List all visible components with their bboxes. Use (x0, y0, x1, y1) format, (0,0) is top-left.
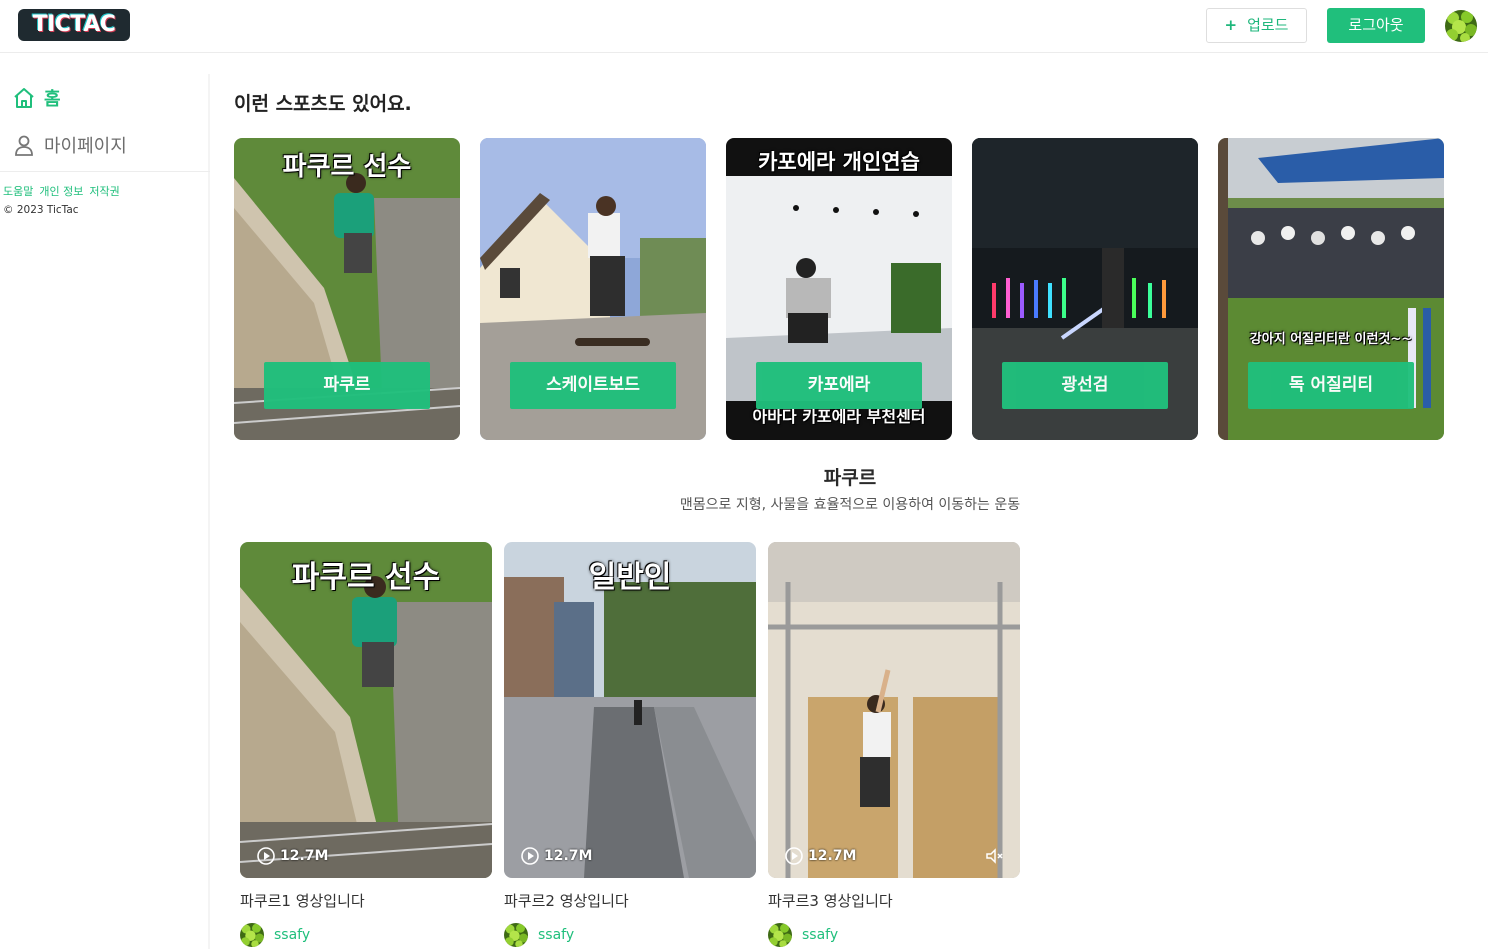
mute-icon[interactable] (984, 846, 1004, 866)
sport-card-capoeira[interactable]: 카포에라 개인연습 아바다 카포에라 부천센터 카포에라 (726, 138, 952, 440)
sport-card-parkour[interactable]: 파쿠르 선수 파쿠르 (234, 138, 460, 440)
video-thumbnail-image (768, 542, 1020, 878)
view-count: 12.7M (784, 846, 856, 866)
help-link[interactable]: 도움말 (3, 185, 33, 198)
sport-overlay-text: 파쿠르 선수 (282, 152, 412, 182)
tictac-logo[interactable]: TICTAC (18, 9, 130, 41)
profile-avatar[interactable] (1445, 10, 1477, 42)
uploader-avatar (240, 923, 264, 947)
top-header: TICTAC + 업로드 로그아웃 (0, 0, 1488, 53)
sport-button-skateboard[interactable]: 스케이트보드 (510, 362, 676, 409)
selected-sport-name: 파쿠르 (823, 467, 877, 489)
sport-button-lightsaber[interactable]: 광선검 (1002, 362, 1168, 409)
video-thumbnail[interactable]: 12.7M (768, 542, 1020, 878)
view-count-label: 12.7M (544, 848, 593, 864)
video-card[interactable]: 12.7M 파쿠르3 영상입니다 ssafy (768, 542, 1020, 947)
logout-button[interactable]: 로그아웃 (1327, 8, 1425, 43)
uploader[interactable]: ssafy (504, 923, 756, 947)
copyright-text: © 2023 TicTac (3, 204, 79, 216)
video-title[interactable]: 파쿠르1 영상입니다 (240, 890, 492, 911)
uploader[interactable]: ssafy (240, 923, 492, 947)
view-count: 12.7M (520, 846, 592, 866)
view-count: 12.7M (256, 846, 328, 866)
uploader-avatar (504, 923, 528, 947)
view-count-label: 12.7M (808, 848, 857, 864)
privacy-link[interactable]: 개인 정보 (39, 185, 83, 198)
sidebar-item-home[interactable]: 홈 (12, 84, 61, 112)
play-icon (521, 847, 539, 865)
uploader-name: ssafy (538, 927, 575, 943)
video-overlay-text: 파쿠르 선수 (291, 560, 441, 595)
home-icon (14, 88, 34, 108)
video-title[interactable]: 파쿠르3 영상입니다 (768, 890, 1020, 911)
video-thumbnail[interactable]: 파쿠르 선수 12.7M (240, 542, 492, 878)
upload-button[interactable]: + 업로드 (1206, 8, 1307, 43)
uploader-name: ssafy (274, 927, 311, 943)
sidebar-item-mypage[interactable]: 마이페이지 (12, 131, 127, 159)
sport-card-lightsaber[interactable]: 광선검 (972, 138, 1198, 440)
video-card[interactable]: 일반인 12.7M 파쿠르2 영상입니다 ssafy (504, 542, 756, 947)
play-icon (785, 847, 803, 865)
selected-sport-description: 맨몸으로 지형, 사물을 효율적으로 이용하여 이동하는 운동 (679, 497, 1021, 513)
user-icon (15, 135, 33, 156)
sport-button-parkour[interactable]: 파쿠르 (264, 362, 430, 409)
sport-card-skateboard[interactable]: 스케이트보드 (480, 138, 706, 440)
video-thumbnail[interactable]: 일반인 12.7M (504, 542, 756, 878)
video-overlay-text: 일반인 (588, 560, 672, 595)
video-card[interactable]: 파쿠르 선수 12.7M 파쿠르1 영상입니다 ssafy (240, 542, 492, 947)
sport-overlay-text: 강아지 어질리티란 이런것~~ (1249, 332, 1413, 347)
plus-icon: + (1224, 16, 1238, 34)
sidebar-item-label: 마이페이지 (44, 136, 127, 157)
upload-label: 업로드 (1247, 16, 1289, 34)
play-icon (257, 847, 275, 865)
uploader[interactable]: ssafy (768, 923, 1020, 947)
sidebar-divider (0, 171, 210, 172)
sport-overlay-text: 카포에라 개인연습 (758, 150, 920, 174)
sidebar-item-label: 홈 (44, 89, 61, 110)
sport-button-dog-agility[interactable]: 독 어질리티 (1248, 362, 1414, 409)
sport-card-dog-agility[interactable]: 강아지 어질리티란 이런것~~ 독 어질리티 (1218, 138, 1444, 440)
video-title[interactable]: 파쿠르2 영상입니다 (504, 890, 756, 911)
view-count-label: 12.7M (280, 848, 329, 864)
section-title: 이런 스포츠도 있어요. (234, 93, 412, 115)
copyright-link[interactable]: 저작권 (89, 185, 119, 198)
footer-links: 도움말 개인 정보 저작권 (3, 183, 126, 199)
uploader-name: ssafy (802, 927, 839, 943)
sport-button-capoeira[interactable]: 카포에라 (756, 362, 922, 409)
uploader-avatar (768, 923, 792, 947)
